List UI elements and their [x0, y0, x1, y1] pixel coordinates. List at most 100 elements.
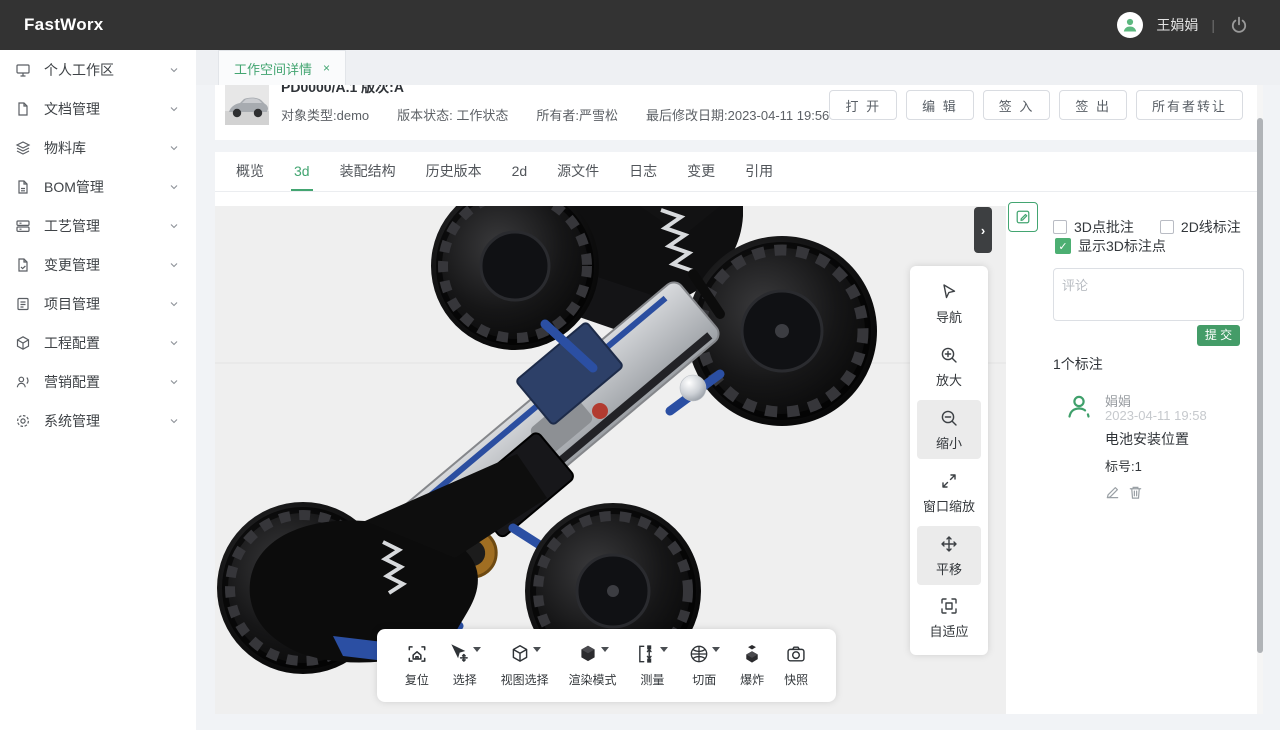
- sidebar-item-project-mgmt[interactable]: 项目管理: [0, 284, 196, 323]
- section-tool[interactable]: 切面: [688, 643, 720, 688]
- checkbox-3d-point-label[interactable]: 3D点批注: [1074, 217, 1134, 237]
- workspace-tabstrip: 工作空间详情 ×: [196, 50, 1280, 85]
- tab-history-versions[interactable]: 历史版本: [423, 152, 485, 191]
- measure-icon: [636, 643, 658, 665]
- tab-3d[interactable]: 3d: [291, 152, 313, 191]
- pan-tool[interactable]: 平移: [917, 526, 981, 585]
- render-mode-tool[interactable]: 渲染模式: [569, 643, 617, 688]
- close-icon[interactable]: ×: [323, 61, 330, 75]
- measure-tool[interactable]: 测量: [636, 643, 668, 688]
- gear-icon: [14, 412, 31, 429]
- scrollbar-thumb[interactable]: [1257, 118, 1263, 653]
- owner-transfer-button[interactable]: 所有者转让: [1136, 90, 1243, 120]
- tab-overview[interactable]: 概览: [233, 152, 267, 191]
- annotation-tag: 标号:1: [1105, 456, 1142, 475]
- zoom-out-tool[interactable]: 缩小: [917, 400, 981, 459]
- sidebar-item-process-mgmt[interactable]: 工艺管理: [0, 206, 196, 245]
- annotation-point-marker[interactable]: [680, 375, 706, 401]
- comment-input[interactable]: [1053, 268, 1244, 321]
- annotation-author-avatar: [1064, 392, 1094, 422]
- submit-button[interactable]: 提 交: [1197, 325, 1240, 346]
- window-zoom-icon: [939, 471, 959, 491]
- select-tool[interactable]: 选择: [449, 643, 481, 688]
- checkbox-show-3d-points-label[interactable]: 显示3D标注点: [1078, 236, 1166, 256]
- checkin-button[interactable]: 签 入: [983, 90, 1051, 120]
- annotation-count: 1个标注: [1053, 354, 1103, 374]
- sidebar-item-marketing-config[interactable]: 营销配置: [0, 362, 196, 401]
- power-logout-icon[interactable]: [1228, 14, 1250, 36]
- chevron-down-icon: [168, 181, 180, 193]
- tab-references[interactable]: 引用: [742, 152, 776, 191]
- viewer-section: › 导航 放大 缩小 窗口缩放 平移: [215, 192, 1257, 714]
- sidebar-item-engineering-config[interactable]: 工程配置: [0, 323, 196, 362]
- chevron-down-icon: [168, 103, 180, 115]
- explode-cube-icon: [741, 643, 763, 665]
- cube-icon: [14, 334, 31, 351]
- app-header: FastWorx 王娟娟 |: [0, 0, 1280, 50]
- zoom-in-icon: [939, 345, 959, 365]
- dropdown-caret-icon: [473, 647, 481, 652]
- tab-logs[interactable]: 日志: [626, 152, 660, 191]
- sidebar-item-material-library[interactable]: 物料库: [0, 128, 196, 167]
- navigate-tool[interactable]: 导航: [917, 274, 981, 333]
- panel-collapse-handle[interactable]: ›: [974, 207, 992, 253]
- tab-source-files[interactable]: 源文件: [554, 152, 602, 191]
- checkbox-show-3d-points[interactable]: ✓: [1055, 238, 1071, 254]
- annotation-edit-icon[interactable]: [1105, 485, 1120, 505]
- fit-view-icon: [939, 596, 959, 616]
- viewer-canvas-3d[interactable]: › 导航 放大 缩小 窗口缩放 平移: [215, 206, 1006, 714]
- edit-button[interactable]: 编 辑: [906, 90, 974, 120]
- checkbox-2d-line-label[interactable]: 2D线标注: [1181, 217, 1241, 237]
- avatar[interactable]: [1117, 12, 1143, 38]
- zoom-out-icon: [939, 408, 959, 428]
- section-sphere-icon: [688, 643, 710, 665]
- tab-changes[interactable]: 变更: [684, 152, 718, 191]
- tab-assembly-structure[interactable]: 装配结构: [337, 152, 399, 191]
- person-outline-icon: [1064, 392, 1094, 422]
- dropdown-caret-icon: [712, 647, 720, 652]
- user-name[interactable]: 王娟娟: [1156, 15, 1198, 35]
- annotation-text: 电池安装位置: [1105, 429, 1189, 449]
- tab-2d[interactable]: 2d: [509, 152, 531, 191]
- document-icon: [14, 100, 31, 117]
- chevron-down-icon: [168, 142, 180, 154]
- chevron-down-icon: [168, 220, 180, 232]
- view-select-tool[interactable]: 视图选择: [501, 643, 549, 688]
- tab-workspace-detail[interactable]: 工作空间详情 ×: [218, 50, 346, 85]
- sidebar-item-document-mgmt[interactable]: 文档管理: [0, 89, 196, 128]
- viewer-bottom-toolbar: 复位 选择 视图选择 渲染模式 测量 切面: [377, 629, 836, 702]
- annotate-edit-button[interactable]: [1008, 202, 1038, 232]
- sidebar-item-system-mgmt[interactable]: 系统管理: [0, 401, 196, 440]
- window-zoom-tool[interactable]: 窗口缩放: [917, 463, 981, 522]
- sidebar-item-personal-workspace[interactable]: 个人工作区: [0, 50, 196, 89]
- snapshot-tool[interactable]: 快照: [784, 643, 808, 688]
- meta-last-modified: 最后修改日期:2023-04-11 19:56: [646, 105, 829, 124]
- fit-view-tool[interactable]: 自适应: [917, 588, 981, 647]
- checkbox-2d-line[interactable]: [1160, 220, 1174, 234]
- checkbox-3d-point[interactable]: [1053, 220, 1067, 234]
- checkout-button[interactable]: 签 出: [1059, 90, 1127, 120]
- zoom-in-tool[interactable]: 放大: [917, 337, 981, 396]
- tab-label: 工作空间详情: [234, 59, 312, 78]
- object-actions: 打 开 编 辑 签 入 签 出 所有者转让: [829, 90, 1243, 120]
- show-3d-points-row: ✓ 显示3D标注点: [1055, 236, 1166, 256]
- edit-square-icon: [1015, 209, 1031, 225]
- chevron-down-icon: [168, 415, 180, 427]
- reset-view-tool[interactable]: 复位: [405, 643, 429, 688]
- user-voice-icon: [14, 373, 31, 390]
- object-meta-row: 对象类型:demo 版本状态: 工作状态 所有者:严雪松 最后修改日期:2023…: [281, 105, 829, 124]
- change-file-icon: [14, 256, 31, 273]
- select-cursor-icon: [449, 643, 471, 665]
- annotation-checkbox-row: 3D点批注 2D线标注: [1053, 217, 1241, 237]
- sidebar-item-change-mgmt[interactable]: 变更管理: [0, 245, 196, 284]
- sidebar-item-bom-mgmt[interactable]: BOM管理: [0, 167, 196, 206]
- open-button[interactable]: 打 开: [829, 90, 897, 120]
- object-title-clipped: PD0000/A.1 版次:A: [281, 85, 829, 96]
- pan-move-icon: [939, 534, 959, 554]
- explode-tool[interactable]: 爆炸: [740, 643, 764, 688]
- header-divider: |: [1211, 17, 1215, 33]
- chevron-down-icon: [168, 64, 180, 76]
- object-thumbnail[interactable]: [225, 85, 269, 125]
- app-logo: FastWorx: [24, 15, 104, 35]
- annotation-delete-icon[interactable]: [1128, 485, 1143, 505]
